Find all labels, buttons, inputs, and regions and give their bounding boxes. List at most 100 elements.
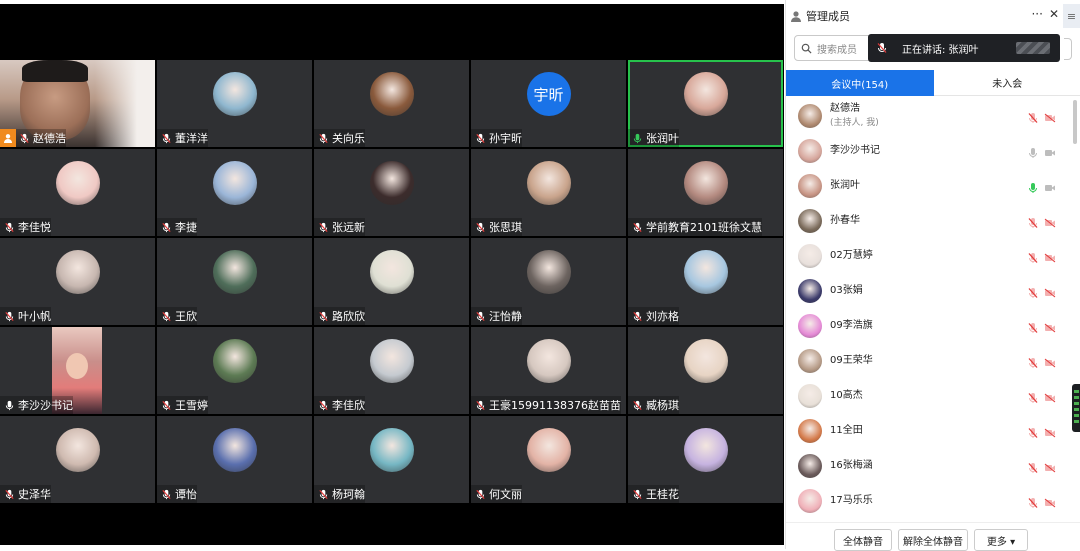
tab-in-meeting[interactable]: 会议中(154)	[786, 70, 934, 96]
participant-name: 李捷	[175, 219, 197, 235]
mic-icon	[876, 42, 888, 54]
participant-name: 谭怡	[175, 486, 197, 502]
member-name: 11全田	[830, 425, 863, 437]
camera-off-icon[interactable]	[1044, 179, 1056, 198]
video-tile[interactable]: 学前教育2101班徐文慧	[628, 149, 783, 236]
avatar	[213, 161, 257, 205]
more-button[interactable]: 更多 ▾	[974, 529, 1028, 551]
mic-muted-icon[interactable]	[1027, 284, 1039, 303]
participant-name: 杨珂翰	[332, 486, 365, 502]
mic-active-icon[interactable]	[1027, 179, 1039, 198]
mic-icon[interactable]	[1027, 144, 1039, 163]
video-tile[interactable]: 杨珂翰	[314, 416, 469, 503]
video-tile[interactable]: 张思琪	[471, 149, 626, 236]
menu-icon[interactable]: ≡	[1063, 4, 1080, 28]
mic-muted-icon[interactable]	[1027, 494, 1039, 513]
camera-off-icon[interactable]	[1044, 284, 1056, 303]
member-row[interactable]: 李沙沙书记	[786, 133, 1066, 168]
member-name: 16张梅涵	[830, 460, 873, 472]
video-tile[interactable]: 史泽华	[0, 416, 155, 503]
scrollbar[interactable]	[1073, 100, 1077, 144]
camera-off-icon[interactable]	[1044, 459, 1056, 478]
video-tile[interactable]: 张远新	[314, 149, 469, 236]
video-tile[interactable]: 董洋洋	[157, 60, 312, 147]
member-row[interactable]: 赵德浩(主持人, 我)	[786, 98, 1066, 133]
video-tile[interactable]: 宇昕孙宇昕	[471, 60, 626, 147]
video-tile[interactable]: 李佳欣	[314, 327, 469, 414]
member-row[interactable]: 09王荣华	[786, 343, 1066, 378]
video-tile[interactable]: 谭怡	[157, 416, 312, 503]
tab-not-joined[interactable]: 未入会	[934, 70, 1080, 96]
video-tile[interactable]: 叶小帆	[0, 238, 155, 325]
mic-muted-icon	[318, 311, 329, 322]
member-row[interactable]: 03张娟	[786, 273, 1066, 308]
mic-muted-icon[interactable]	[1027, 459, 1039, 478]
member-row[interactable]: 16张梅涵	[786, 448, 1066, 483]
participant-label: 何文丽	[471, 485, 522, 503]
mic-muted-icon[interactable]	[1027, 389, 1039, 408]
camera-off-icon[interactable]	[1044, 214, 1056, 233]
member-name: 李沙沙书记	[830, 145, 880, 157]
member-avatar	[798, 349, 822, 373]
member-row[interactable]: 张润叶	[786, 168, 1066, 203]
member-row[interactable]: 孙春华	[786, 203, 1066, 238]
camera-off-icon[interactable]	[1044, 109, 1056, 128]
mic-muted-icon[interactable]	[1027, 109, 1039, 128]
camera-off-icon[interactable]	[1044, 389, 1056, 408]
member-row[interactable]: 11全田	[786, 413, 1066, 448]
member-row[interactable]: 02万慧婷	[786, 238, 1066, 273]
participant-name: 李佳欣	[332, 397, 365, 413]
video-tile[interactable]: 李佳悦	[0, 149, 155, 236]
member-row[interactable]: 17马乐乐	[786, 483, 1066, 518]
video-tile[interactable]: 赵德浩	[0, 60, 155, 147]
mic-muted-icon	[161, 311, 172, 322]
member-controls	[1027, 109, 1056, 128]
member-info: 11全田	[830, 425, 863, 437]
video-tile[interactable]: 路欣欣	[314, 238, 469, 325]
video-tile[interactable]: 关向乐	[314, 60, 469, 147]
camera-off-icon[interactable]	[1044, 354, 1056, 373]
speaking-text: 正在讲话: 张润叶	[902, 41, 979, 56]
avatar	[370, 161, 414, 205]
member-row[interactable]: 09李浩旗	[786, 308, 1066, 343]
video-tile[interactable]: 何文丽	[471, 416, 626, 503]
camera-off-icon[interactable]	[1044, 494, 1056, 513]
camera-off-icon[interactable]	[1044, 249, 1056, 268]
mic-muted-icon[interactable]	[1027, 354, 1039, 373]
avatar	[684, 428, 728, 472]
video-tile[interactable]: 李沙沙书记	[0, 327, 155, 414]
avatar: 宇昕	[527, 72, 571, 116]
participant-name: 学前教育2101班徐文慧	[646, 219, 762, 235]
participant-label: 谭怡	[157, 485, 197, 503]
camera-off-icon[interactable]	[1044, 144, 1056, 163]
member-name: 02万慧婷	[830, 250, 873, 262]
mic-active-icon	[632, 133, 643, 144]
unmute-all-button[interactable]: 解除全体静音	[898, 529, 968, 551]
video-tile[interactable]: 王桂花	[628, 416, 783, 503]
mic-muted-icon[interactable]	[1027, 424, 1039, 443]
participant-name: 刘亦格	[646, 308, 679, 324]
video-tile[interactable]: 臧杨琪	[628, 327, 783, 414]
search-placeholder: 搜索成员	[817, 41, 857, 56]
mic-muted-icon	[475, 311, 486, 322]
mic-muted-icon[interactable]	[1027, 249, 1039, 268]
mic-muted-icon[interactable]	[1027, 319, 1039, 338]
video-tile[interactable]: 王欣	[157, 238, 312, 325]
video-tile[interactable]: 汪怡静	[471, 238, 626, 325]
member-tabs: 会议中(154) 未入会	[786, 70, 1080, 96]
video-tile[interactable]: 王雪婷	[157, 327, 312, 414]
member-row[interactable]: 10高杰	[786, 378, 1066, 413]
more-options-icon[interactable]: ···	[1031, 7, 1042, 21]
video-tile[interactable]: 王豪15991138376赵苗苗	[471, 327, 626, 414]
mute-all-button[interactable]: 全体静音	[834, 529, 892, 551]
participant-label: 王豪15991138376赵苗苗	[471, 396, 621, 414]
video-tile[interactable]: 李捷	[157, 149, 312, 236]
camera-off-icon[interactable]	[1044, 424, 1056, 443]
close-icon[interactable]: ✕	[1049, 7, 1059, 21]
video-tile[interactable]: 刘亦格	[628, 238, 783, 325]
camera-off-icon[interactable]	[1044, 319, 1056, 338]
mic-muted-icon[interactable]	[1027, 214, 1039, 233]
member-name: 17马乐乐	[830, 495, 873, 507]
avatar	[370, 428, 414, 472]
video-tile[interactable]: 张润叶	[628, 60, 783, 147]
